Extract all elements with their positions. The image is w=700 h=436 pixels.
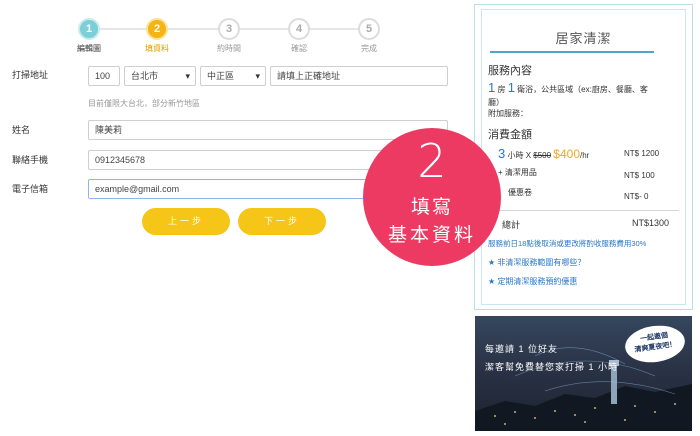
step-1-number: 1 <box>78 18 100 40</box>
step-5: 5 完成 <box>344 18 394 54</box>
name-label: 姓名 <box>12 125 31 135</box>
step-4: 4 確認 <box>274 18 324 54</box>
supplies-amount: NT$ 100 <box>624 171 655 180</box>
address-label: 打掃地址 <box>12 70 49 80</box>
step-1-label: 編輯圖 <box>77 44 101 53</box>
step-2: 2 填資料 <box>132 18 182 54</box>
referral-line-1: 每邀請 1 位好友 <box>485 344 559 354</box>
progress-stepper: 1 編輯圖 2 填資料 3 約時間 4 確認 5 完成 <box>0 0 460 60</box>
hours-line: 3 小時 X $500 $400/hr <box>498 146 589 161</box>
address-hint: 目前僅限大台北，部分新竹地區 <box>88 99 200 108</box>
step-5-number: 5 <box>358 18 380 40</box>
coupon-label: 優惠卷 <box>508 188 532 197</box>
new-price: $400 <box>553 147 580 161</box>
next-step-button[interactable]: 下一步 <box>238 208 326 235</box>
hours-amount: NT$ 1200 <box>624 149 660 158</box>
district-select[interactable]: 中正區 <box>200 66 266 86</box>
rooms-count: 1 <box>488 80 496 95</box>
rooms-unit: 房 <box>497 85 506 94</box>
email-label: 電子信箱 <box>12 184 49 194</box>
zip-code-field[interactable]: 100 <box>88 66 120 86</box>
baths-unit-cont: 廳） <box>488 98 504 107</box>
referral-banner[interactable]: 每邀請 1 位好友 潔客幫免費替您家打掃 1 小時 一起邀個 清爽夏夜吧！ <box>475 316 692 431</box>
order-summary-frame: 居家清潔 服務內容 1 房 1 衛浴，公共區域（ex:廚房、餐廳、客 廳） 附加… <box>481 9 686 305</box>
baths-unit: 衛浴，公共區域（ex:廚房、餐廳、客 <box>517 85 648 94</box>
service-title: 居家清潔 <box>555 31 612 46</box>
step-3-number: 3 <box>218 18 240 40</box>
excluded-services-link[interactable]: ★ 非清潔服務範圍有哪些？ <box>488 257 585 268</box>
total-amount: NT$1300 <box>632 218 670 228</box>
baths-count: 1 <box>507 80 515 95</box>
per-hour: /hr <box>580 151 590 160</box>
total-label: 總計 <box>502 220 521 230</box>
step-3: 3 約時間 <box>204 18 254 54</box>
city-select[interactable]: 台北市 <box>124 66 196 86</box>
street-address-input[interactable]: 請填上正確地址 <box>270 66 448 86</box>
step-2-number: 2 <box>146 18 168 40</box>
order-summary-panel: 居家清潔 服務內容 1 房 1 衛浴，公共區域（ex:廚房、餐廳、客 廳） 附加… <box>474 4 693 310</box>
cancellation-policy-link[interactable]: 服務前日18點後取消或更改將酌收服務費用30% <box>488 238 646 249</box>
step-2-label: 填資料 <box>145 44 169 53</box>
title-underline <box>490 51 654 53</box>
step-5-label: 完成 <box>361 44 377 53</box>
step-3-label: 約時間 <box>217 44 241 53</box>
step-4-number: 4 <box>288 18 310 40</box>
step-1[interactable]: 1 編輯圖 <box>64 18 114 54</box>
service-content-heading: 服務內容 <box>488 65 532 77</box>
step-badge: 2 填寫 基本資料 <box>363 128 501 266</box>
phone-label: 聯絡手機 <box>12 155 49 165</box>
previous-step-button[interactable]: 上一步 <box>142 208 230 235</box>
badge-line-2: 基本資料 <box>387 225 476 246</box>
supplies-label: + 清潔用品 <box>498 168 537 177</box>
coupon-amount: NT$- 0 <box>624 192 649 201</box>
referral-line-2: 潔客幫免費替您家打掃 1 小時 <box>485 362 619 372</box>
total-divider <box>488 210 679 211</box>
hours-unit: 小時 X <box>507 151 532 160</box>
badge-line-1: 填寫 <box>410 197 453 218</box>
badge-step-number: 2 <box>417 134 447 188</box>
district-select-value: 中正區 <box>207 71 235 81</box>
old-price: $500 <box>533 151 552 160</box>
city-select-value: 台北市 <box>131 71 159 81</box>
rooms-line: 1 房 1 衛浴，公共區域（ex:廚房、餐廳、客 <box>488 80 648 95</box>
step-4-label: 確認 <box>291 44 307 53</box>
extras-label: 附加服務： <box>488 109 528 118</box>
recurring-discount-link[interactable]: ★ 定期清潔服務預約優惠 <box>488 276 577 287</box>
